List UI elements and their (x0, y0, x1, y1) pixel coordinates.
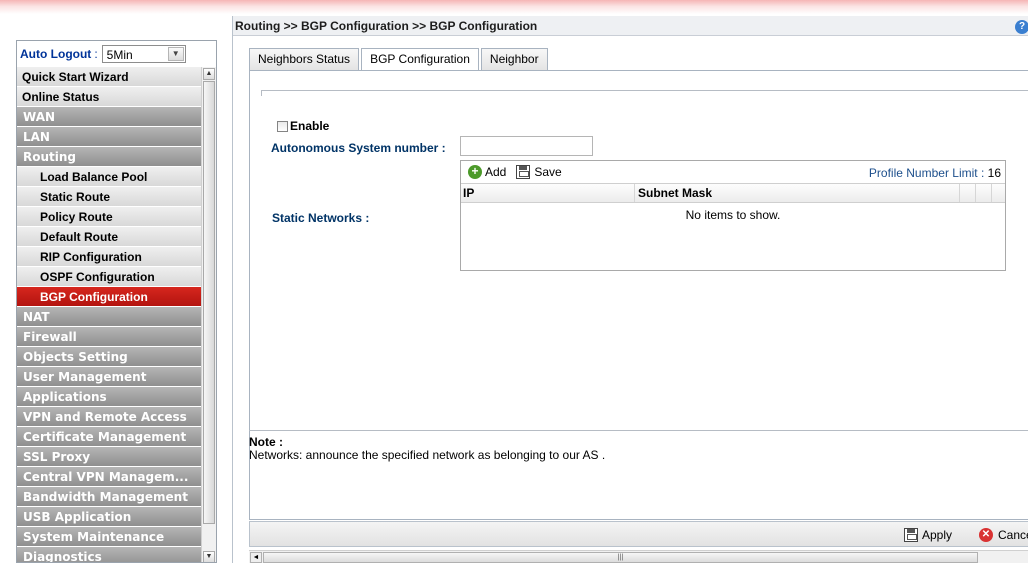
auto-logout: Auto Logout : 5Min ▼ (17, 41, 216, 67)
scroll-down-icon[interactable]: ▼ (203, 551, 215, 562)
sidebar-item-rip-configuration[interactable]: RIP Configuration (17, 247, 201, 267)
save-button[interactable]: Save (516, 165, 562, 179)
grid-toolbar: + Add Save Profile Number Limit : 16 (461, 161, 1005, 184)
sidebar-item-routing[interactable]: Routing (17, 147, 201, 167)
sidebar-item-wan[interactable]: WAN (17, 107, 201, 127)
sidebar-item-system-maintenance[interactable]: System Maintenance (17, 527, 201, 547)
horizontal-scrollbar[interactable]: ◄ ||| (249, 550, 1028, 563)
sidebar-item-central-vpn-managem[interactable]: Central VPN Managem... (17, 467, 201, 487)
tab-bar: Neighbors Status BGP Configuration Neighbo… (249, 48, 550, 71)
sidebar-item-bandwidth-management[interactable]: Bandwidth Management (17, 487, 201, 507)
top-banner (0, 0, 1028, 14)
save-icon (516, 165, 531, 179)
sidebar-item-ospf-configuration[interactable]: OSPF Configuration (17, 267, 201, 287)
static-networks-grid: + Add Save Profile Number Limit : 16 IP … (460, 160, 1006, 271)
profile-limit-label: Profile Number Limit : (868, 166, 985, 180)
profile-number-limit: Profile Number Limit : 16 (869, 166, 1001, 180)
sidebar-item-objects-setting[interactable]: Objects Setting (17, 347, 201, 367)
note-title: Note : (249, 435, 283, 449)
sidebar-item-firewall[interactable]: Firewall (17, 327, 201, 347)
main-content: Routing >> BGP Configuration >> BGP Conf… (232, 16, 1028, 563)
sidebar-menu: Quick Start Wizard Online Status WAN LAN Rou… (17, 67, 201, 562)
asn-input[interactable] (460, 136, 593, 156)
fieldset-border (261, 90, 1028, 91)
sidebar-item-vpn-and-remote-access[interactable]: VPN and Remote Access (17, 407, 201, 427)
note-body: Networks: announce the specified network… (249, 448, 606, 462)
breadcrumb: Routing >> BGP Configuration >> BGP Conf… (233, 16, 1028, 36)
auto-logout-value: 5Min (106, 48, 133, 62)
add-button[interactable]: + Add (468, 165, 506, 179)
empty-message: No items to show. (685, 208, 781, 222)
auto-logout-label: Auto Logout (20, 47, 92, 61)
cancel-label: Cance (998, 528, 1028, 542)
scroll-left-icon[interactable]: ◄ (250, 552, 262, 563)
cancel-icon: ✕ (979, 528, 993, 542)
static-networks-label: Static Networks : (272, 211, 370, 225)
enable-label: Enable (290, 119, 330, 133)
tab-bgp-configuration[interactable]: BGP Configuration (361, 48, 479, 71)
column-header-extra (960, 184, 976, 202)
scroll-up-icon[interactable]: ▲ (203, 68, 215, 80)
sidebar-item-applications[interactable]: Applications (17, 387, 201, 407)
sidebar-item-static-route[interactable]: Static Route (17, 187, 201, 207)
sidebar-item-ssl-proxy[interactable]: SSL Proxy (17, 447, 201, 467)
chevron-down-icon[interactable]: ▼ (167, 47, 184, 61)
auto-logout-colon: : (94, 47, 98, 61)
tab-neighbor[interactable]: Neighbor (480, 48, 548, 70)
fieldset-corner (261, 90, 262, 96)
enable-checkbox-row[interactable]: Enable (277, 119, 329, 133)
sidebar-item-nat[interactable]: NAT (17, 307, 201, 327)
apply-icon (904, 528, 918, 542)
auto-logout-select[interactable]: 5Min ▼ (101, 45, 186, 63)
tab-neighbors-status[interactable]: Neighbors Status (249, 48, 360, 70)
sidebar-item-load-balance-pool[interactable]: Load Balance Pool (17, 167, 201, 187)
apply-button[interactable]: Apply (904, 528, 952, 542)
enable-checkbox[interactable] (277, 120, 288, 132)
hscrollbar-thumb[interactable]: ||| (263, 552, 978, 563)
profile-limit-value: 16 (987, 166, 1001, 180)
sidebar-item-online-status[interactable]: Online Status (17, 87, 201, 107)
help-icon[interactable]: ? (1015, 20, 1028, 34)
add-label: Add (485, 165, 507, 179)
sidebar-item-lan[interactable]: LAN (17, 127, 201, 147)
sidebar-item-quick-start-wizard[interactable]: Quick Start Wizard (17, 67, 201, 87)
sidebar-scrollbar[interactable]: ▲ ▼ (201, 67, 216, 562)
sidebar: Auto Logout : 5Min ▼ Quick Start Wizard O… (16, 40, 217, 563)
asn-label: Autonomous System number : (271, 141, 446, 155)
sidebar-item-user-management[interactable]: User Management (17, 367, 201, 387)
sidebar-item-diagnostics[interactable]: Diagnostics (17, 547, 201, 562)
add-icon: + (468, 165, 482, 179)
sidebar-item-policy-route[interactable]: Policy Route (17, 207, 201, 227)
scrollbar-thumb[interactable] (203, 81, 215, 524)
column-header-extra-2 (976, 184, 992, 202)
note-separator (249, 430, 1028, 431)
sidebar-item-bgp-configuration[interactable]: BGP Configuration (17, 287, 201, 307)
footer-bar: Apply ✕ Cance (249, 521, 1028, 547)
sidebar-item-default-route[interactable]: Default Route (17, 227, 201, 247)
save-label: Save (534, 165, 562, 179)
breadcrumb-text: Routing >> BGP Configuration >> BGP Conf… (235, 19, 538, 33)
grid-header: IP Subnet Mask (461, 184, 1005, 203)
apply-label: Apply (922, 528, 953, 542)
sidebar-item-usb-application[interactable]: USB Application (17, 507, 201, 527)
column-header-subnet-mask[interactable]: Subnet Mask (635, 184, 960, 202)
cancel-button[interactable]: ✕ Cance (979, 528, 1028, 542)
sidebar-item-certificate-management[interactable]: Certificate Management (17, 427, 201, 447)
column-header-ip[interactable]: IP (461, 184, 635, 202)
